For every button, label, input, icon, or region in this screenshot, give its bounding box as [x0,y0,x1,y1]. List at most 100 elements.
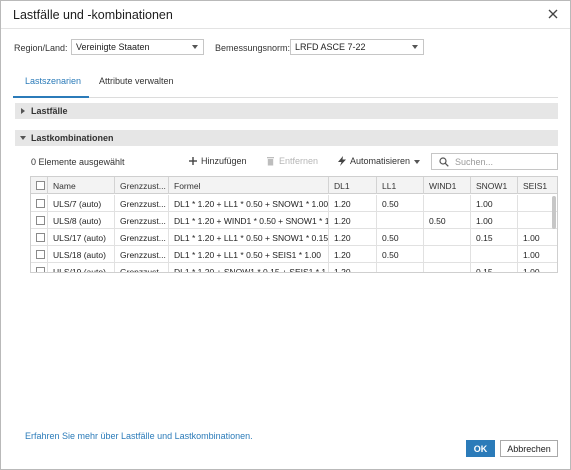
chevron-right-icon [21,108,25,114]
trash-icon [267,157,274,166]
automate-button-label: Automatisieren [350,156,411,166]
cell-seis1[interactable]: 1.00 [518,229,557,246]
column-header-seis1[interactable]: SEIS1 [518,177,557,194]
column-header-dl1[interactable]: DL1 [329,177,377,194]
cell-name[interactable]: ULS/7 (auto) [48,195,115,212]
table-row[interactable]: ULS/7 (auto) Grenzzust... DL1 * 1.20 + LL1… [31,195,557,212]
tab-load-scenarios[interactable]: Lastszenarien [25,76,81,86]
cell-seis1[interactable]: 1.00 [518,246,557,263]
cell-dl1[interactable]: 1.20 [329,212,377,229]
tab-bar: Lastszenarien Attribute verwalten [13,67,558,98]
row-checkbox[interactable] [36,267,45,272]
cell-dl1[interactable]: 1.20 [329,229,377,246]
table-row[interactable]: ULS/8 (auto) Grenzzust... DL1 * 1.20 + WIN… [31,212,557,229]
cell-ll1[interactable]: 0.50 [377,246,424,263]
row-checkbox[interactable] [36,250,45,259]
cell-dl1[interactable]: 1.20 [329,246,377,263]
column-header-formula[interactable]: Formel [169,177,329,194]
search-icon [439,157,449,167]
cell-ll1[interactable] [377,212,424,229]
load-cases-dialog: Lastfälle und -kombinationen Region/Land… [0,0,571,470]
column-header-name[interactable]: Name [48,177,115,194]
section-load-cases[interactable]: Lastfälle [15,103,558,119]
table-scrollbar[interactable] [552,196,556,229]
select-all-checkbox[interactable] [36,181,45,190]
cell-ll1[interactable] [377,263,424,272]
column-header-wind1[interactable]: WIND1 [424,177,471,194]
cell-dl1[interactable]: 1.20 [329,263,377,272]
region-select[interactable]: Vereinigte Staaten [71,39,204,55]
cell-snow1[interactable] [471,246,518,263]
chevron-down-icon [192,45,198,49]
section-load-combinations[interactable]: Lastkombinationen [15,130,558,146]
add-button[interactable]: Hinzufügen [188,155,250,169]
row-checkbox[interactable] [36,233,45,242]
lightning-icon [338,156,346,166]
cell-limit-state[interactable]: Grenzzust... [115,246,169,263]
remove-button[interactable]: Entfernen [266,155,320,169]
cell-limit-state[interactable]: Grenzzust... [115,212,169,229]
cell-name[interactable]: ULS/18 (auto) [48,246,115,263]
cell-snow1[interactable]: 0.15 [471,263,518,272]
dialog-title: Lastfälle und -kombinationen [13,8,173,22]
cell-snow1[interactable]: 1.00 [471,212,518,229]
norm-select-value: LRFD ASCE 7-22 [295,42,366,52]
column-header-snow1[interactable]: SNOW1 [471,177,518,194]
add-button-label: Hinzufügen [201,156,247,166]
row-select-cell [31,263,48,272]
cancel-button[interactable]: Abbrechen [500,440,558,457]
cell-formula[interactable]: DL1 * 1.20 + LL1 * 0.50 + SNOW1 * 1.00 [169,195,329,212]
header-select-cell [31,177,48,194]
search-placeholder: Suchen... [455,157,494,167]
column-header-ll1[interactable]: LL1 [377,177,424,194]
cell-limit-state[interactable]: Grenzzust... [115,229,169,246]
cell-wind1[interactable] [424,195,471,212]
chevron-down-icon [412,45,418,49]
close-icon[interactable] [546,7,560,21]
section-load-combinations-label: Lastkombinationen [31,133,114,143]
title-bar: Lastfälle und -kombinationen [1,1,570,29]
row-select-cell [31,229,48,246]
cell-wind1[interactable]: 0.50 [424,212,471,229]
cell-snow1[interactable]: 1.00 [471,195,518,212]
cell-ll1[interactable]: 0.50 [377,229,424,246]
active-tab-indicator [13,96,89,98]
column-header-limit-state[interactable]: Grenzzust... [115,177,169,194]
norm-label: Bemessungsnorm: [215,43,291,53]
row-checkbox[interactable] [36,216,45,225]
automate-button[interactable]: Automatisieren [337,155,421,169]
section-load-cases-label: Lastfälle [31,106,68,116]
ok-button[interactable]: OK [466,440,495,457]
cell-ll1[interactable]: 0.50 [377,195,424,212]
cell-name[interactable]: ULS/17 (auto) [48,229,115,246]
chevron-down-icon [414,160,420,164]
cell-dl1[interactable]: 1.20 [329,195,377,212]
row-select-cell [31,212,48,229]
table-row[interactable]: ULS/18 (auto) Grenzzust... DL1 * 1.20 + LL… [31,246,557,263]
help-link[interactable]: Erfahren Sie mehr über Lastfälle und Las… [25,431,253,441]
tab-manage-attributes[interactable]: Attribute verwalten [99,76,174,86]
cell-snow1[interactable]: 0.15 [471,229,518,246]
cell-formula[interactable]: DL1 * 1.20 + LL1 * 0.50 + SNOW1 * 0.15 .… [169,229,329,246]
region-label: Region/Land: [14,43,68,53]
table-row[interactable]: ULS/17 (auto) Grenzzust... DL1 * 1.20 + LL… [31,229,557,246]
cell-seis1[interactable]: 1.00 [518,263,557,272]
cell-formula[interactable]: DL1 * 1.20 + WIND1 * 0.50 + SNOW1 * 1... [169,212,329,229]
cell-formula[interactable]: DL1 * 1.20 + LL1 * 0.50 + SEIS1 * 1.00 [169,246,329,263]
search-input[interactable]: Suchen... [431,153,558,170]
table-header: Name Grenzzust... Formel DL1 LL1 WIND1 S… [31,177,557,194]
cell-formula[interactable]: DL1 * 1.20 + SNOW1 * 0.15 + SEIS1 * 1.00 [169,263,329,272]
norm-select[interactable]: LRFD ASCE 7-22 [290,39,424,55]
cell-wind1[interactable] [424,263,471,272]
region-select-value: Vereinigte Staaten [76,42,150,52]
cell-limit-state[interactable]: Grenzzust... [115,263,169,272]
cell-wind1[interactable] [424,246,471,263]
row-select-cell [31,195,48,212]
cell-wind1[interactable] [424,229,471,246]
row-checkbox[interactable] [36,199,45,208]
cell-name[interactable]: ULS/8 (auto) [48,212,115,229]
cell-limit-state[interactable]: Grenzzust... [115,195,169,212]
cell-name[interactable]: ULS/19 (auto) [48,263,115,272]
selection-count: 0 Elemente ausgewählt [31,157,125,167]
table-row[interactable]: ULS/19 (auto) Grenzzust... DL1 * 1.20 + SN… [31,263,557,272]
